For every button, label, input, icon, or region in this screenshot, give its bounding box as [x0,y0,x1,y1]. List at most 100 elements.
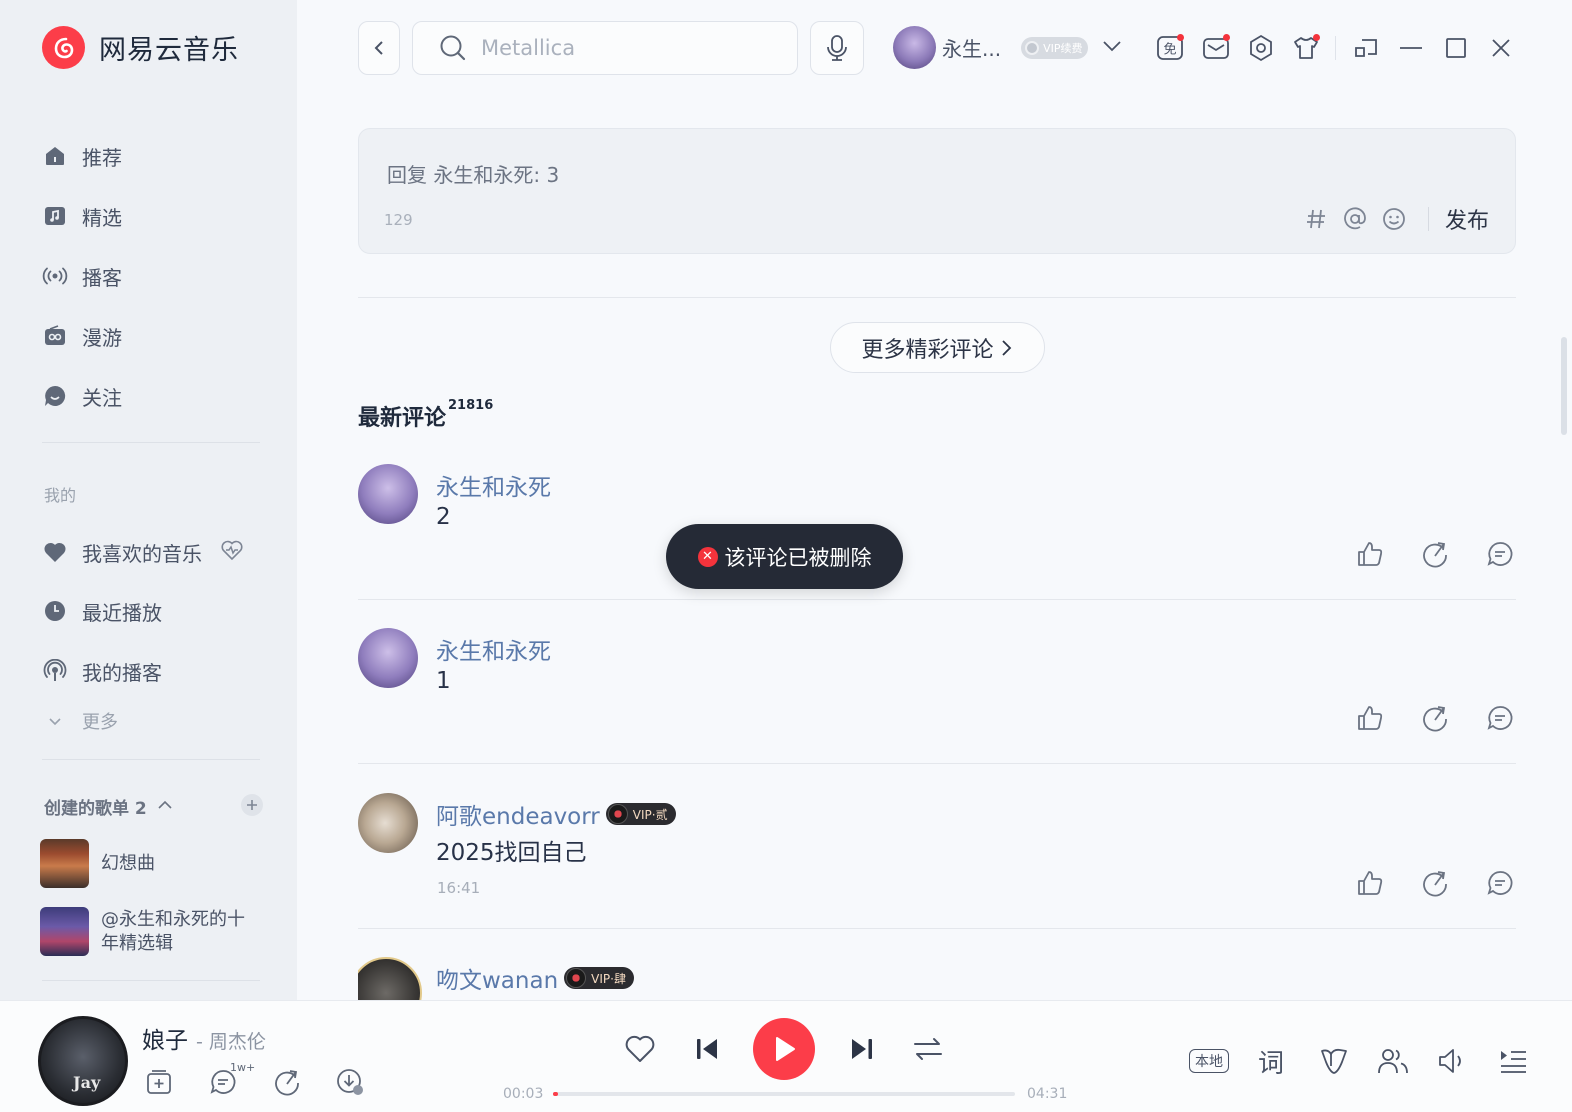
nav-recommend[interactable]: 推荐 [42,140,122,172]
mention-button[interactable] [1341,205,1369,233]
progress-bar[interactable] [553,1092,1015,1096]
song-comments-button[interactable]: 1w+ [208,1061,255,1097]
comment-text: 2 [436,504,451,530]
reply-input[interactable]: 回复 永生和永死: 3 129 发布 [358,128,1516,254]
playlist-cover [40,839,89,888]
next-button[interactable] [845,1032,879,1066]
playlist-item[interactable]: @永生和永死的十年精选辑 [40,907,251,956]
nav-featured[interactable]: 精选 [42,200,122,232]
share-button[interactable] [1419,538,1451,570]
commenter-name-label: 吻文wanan [436,968,559,994]
netease-logo-icon [42,26,85,69]
error-icon: ✕ [697,546,718,567]
like-button[interactable] [1354,867,1386,899]
user-avatar[interactable] [893,26,936,69]
download-button[interactable] [335,1067,365,1097]
app-logo[interactable]: 网易云音乐 [42,26,239,69]
local-quality-label: 本地 [1189,1049,1229,1073]
sound-effect-button[interactable] [1318,1044,1350,1078]
chevron-down-icon[interactable] [1102,38,1122,57]
song-info[interactable]: 娘子 - 周杰伦 [142,1021,266,1055]
search-input[interactable]: Metallica [412,21,798,75]
close-icon [1492,39,1510,57]
reply-button[interactable] [1484,538,1516,570]
nav-liked-music[interactable]: 我喜欢的音乐 [42,536,244,568]
commenter-name-label: 永生和永死 [436,639,551,665]
play-mode-button[interactable] [911,1032,945,1066]
user-menu[interactable]: 永生... VIP续费 [893,26,1122,69]
scrollbar-thumb[interactable] [1561,337,1567,435]
commenter-avatar[interactable] [358,628,418,688]
emoji-button[interactable] [1380,205,1408,233]
comment-actions [1321,702,1516,734]
close-button[interactable] [1486,33,1516,63]
like-song-button[interactable] [623,1032,657,1066]
reply-button[interactable] [1484,867,1516,899]
nav-recent[interactable]: 最近播放 [42,595,162,627]
sidebar-divider [42,759,260,760]
share-button[interactable] [1419,702,1451,734]
reply-button[interactable] [1484,702,1516,734]
commenter-avatar[interactable] [358,793,418,853]
maximize-button[interactable] [1441,33,1471,63]
nav-podcast[interactable]: 播客 [42,260,122,292]
commenter-name[interactable]: 吻文wanan VIP·肆 [436,961,634,995]
previous-button[interactable] [690,1032,724,1066]
comment-time: 16:41 [437,879,481,897]
nav-roam[interactable]: 漫游 [42,320,122,352]
listen-together-button[interactable] [1376,1044,1410,1078]
chevron-up-icon [157,797,173,817]
mini-mode-button[interactable] [1351,33,1381,63]
skin-button[interactable] [1291,33,1321,63]
share-icon [1423,706,1447,732]
vip-level-label: VIP·贰 [632,807,668,822]
maximize-icon [1446,38,1466,58]
free-mode-button[interactable]: 免 [1155,33,1185,63]
like-button[interactable] [1354,538,1386,570]
lyrics-button[interactable]: 词 [1258,1044,1284,1079]
playlist-queue-button[interactable] [1497,1044,1529,1078]
nav-follow[interactable]: 关注 [42,380,122,412]
chevron-left-icon [374,41,383,55]
local-quality-button[interactable]: 本地 [1189,1044,1229,1078]
nav-more[interactable]: 更多 [42,705,118,737]
minimize-button[interactable] [1396,33,1426,63]
add-to-playlist-button[interactable] [144,1067,174,1097]
settings-button[interactable] [1246,33,1276,63]
play-button[interactable] [753,1018,815,1080]
publish-button[interactable]: 发布 [1445,203,1489,235]
vip-level-badge[interactable]: VIP·贰 [605,803,676,825]
back-button[interactable] [358,21,400,75]
more-hot-comments-button[interactable]: 更多精彩评论 [830,322,1045,373]
volume-icon [1439,1049,1461,1073]
toast-text: 该评论已被删除 [724,545,872,570]
song-artist: - 周杰伦 [196,1031,266,1053]
created-playlists-title[interactable]: 创建的歌单 2 [44,794,173,819]
voice-search-button[interactable] [810,21,864,75]
add-playlist-button[interactable] [241,794,263,816]
heart-icon [42,539,68,565]
album-cover[interactable]: Jay [38,1016,128,1106]
commenter-name[interactable]: 阿歌endeavorr VIP·贰 [436,797,676,831]
share-button[interactable] [1419,867,1451,899]
commenter-avatar[interactable] [358,464,418,524]
vip-renew-badge[interactable]: VIP续费 [1021,36,1089,59]
comment-actions [1321,867,1516,899]
like-button[interactable] [1354,702,1386,734]
commenter-name[interactable]: 永生和永死 [436,632,551,666]
hashtag-button[interactable] [1302,205,1330,233]
commenter-avatar[interactable] [358,957,422,1000]
commenter-name[interactable]: 永生和永死 [436,468,551,502]
mini-player-icon [1355,39,1377,57]
heartbeat-mode-icon[interactable] [220,539,244,565]
commenter-name-label: 永生和永死 [436,475,551,501]
vip-level-badge[interactable]: VIP·肆 [564,967,634,989]
nav-my-podcast[interactable]: 我的播客 [42,655,162,687]
chevron-down-icon [42,708,68,734]
search-placeholder: Metallica [481,36,576,60]
messages-button[interactable] [1201,33,1231,63]
people-icon [1378,1049,1408,1074]
playlist-item[interactable]: 幻想曲 [40,839,251,888]
share-song-button[interactable] [272,1067,302,1097]
volume-button[interactable] [1436,1044,1468,1078]
